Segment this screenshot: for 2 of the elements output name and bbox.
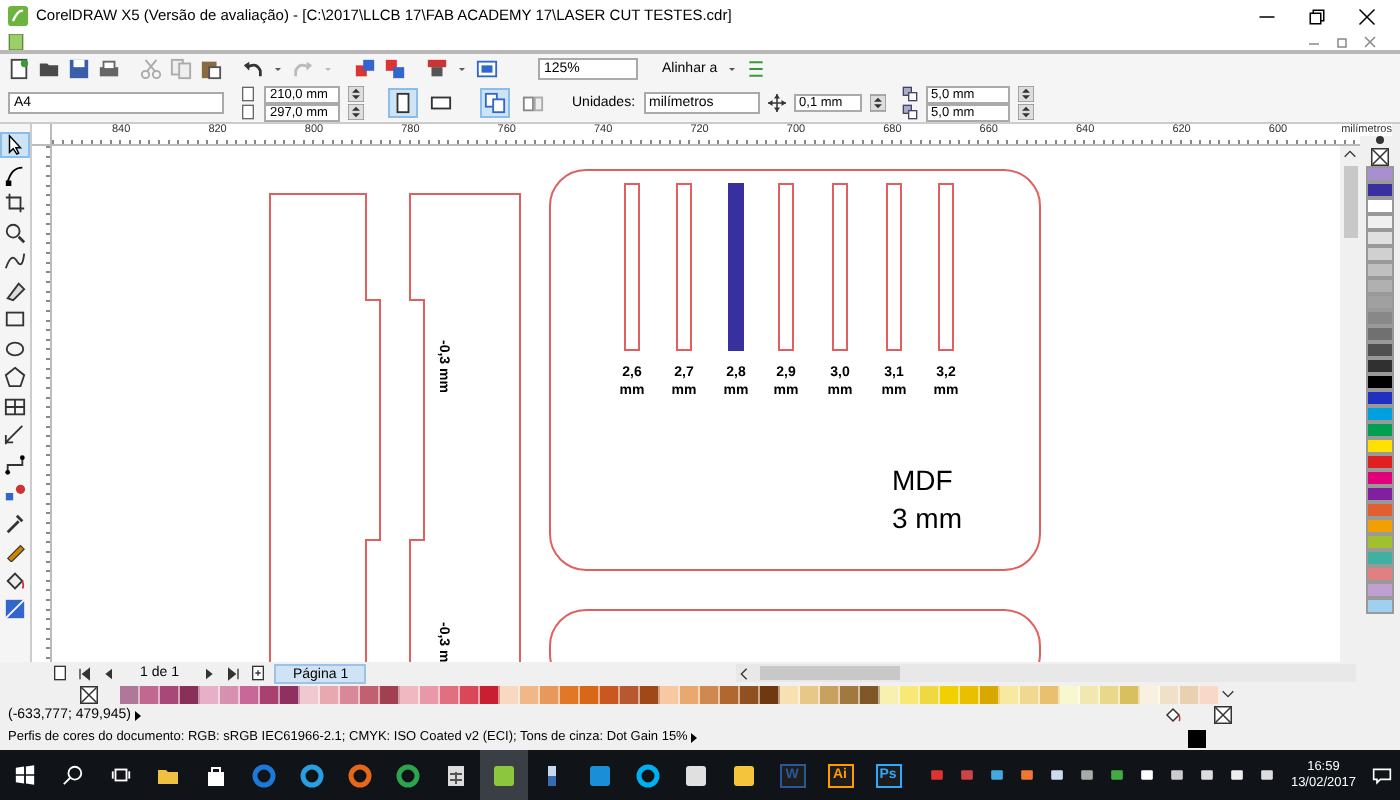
material-label: MDF — [892, 466, 953, 497]
thickness-label: 3 mm — [892, 504, 962, 535]
